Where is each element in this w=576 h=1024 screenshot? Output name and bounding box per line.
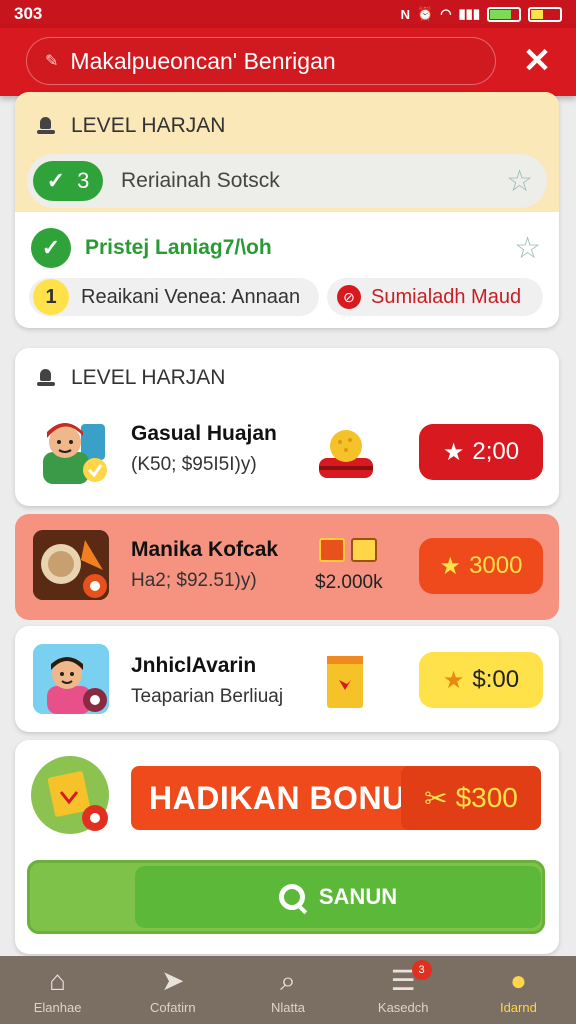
reward-button[interactable]: ★ 2;00 (419, 424, 543, 480)
task-row-completed[interactable]: ✓ 3 Reriainah Sotsck ☆ (27, 154, 547, 208)
bonus-card: HADIKAN BONU ✂ $300 SANUN (15, 740, 559, 954)
task-pill-pending[interactable]: 1 Reaikani Venea: Annaan (29, 278, 319, 316)
check-circle-icon: ✓ (31, 228, 71, 268)
notification-badge: 3 (411, 960, 432, 980)
nav-label: Elanhae (33, 999, 82, 1015)
bonus-amount: $300 (455, 782, 518, 813)
nfc-icon: N (400, 6, 410, 22)
offer-item[interactable]: Gasual Huajan (K50; $95I5I)y) ★ 2;00 (15, 410, 559, 504)
food-thumbnail (33, 530, 109, 600)
reward-button[interactable]: ★ 3000 (419, 538, 543, 594)
bottom-navigation: ⌂ Elanhae ➤ Cofatirn ⌕ Nlatta ☰ 3 Kasedc… (0, 956, 576, 1024)
app-header: ✎ Makalpueoncan' Benrigan ✕ (0, 28, 576, 96)
ticket-icons (319, 538, 377, 562)
send-icon: ➤ (161, 964, 185, 996)
status-bar: 303 N ⏰ ◠ ▮▮▮ (0, 0, 576, 28)
task-number-badge: 1 (33, 279, 69, 315)
task-count-badge: ✓ 3 (33, 161, 103, 201)
task-label: Pristej Laniag7/\oh (85, 236, 272, 259)
task-row-done[interactable]: ✓ Pristej Laniag7/\oh ☆ (31, 226, 541, 270)
status-icons: N ⏰ ◠ ▮▮▮ (401, 6, 562, 22)
offer-title: Manika Kofcak (131, 538, 279, 561)
wifi-icon: ◠ (440, 6, 452, 21)
bonus-label: HADIKAN BONU (149, 779, 406, 816)
claim-label: SANUN (318, 884, 398, 909)
nav-item-profile[interactable]: ● Idarnd (461, 956, 576, 1024)
status-time: 303 (14, 4, 43, 23)
reward-value: 3000 (469, 552, 523, 579)
nav-label: Kasedch (377, 999, 429, 1015)
nav-item-search[interactable]: ⌕ Nlatta (230, 956, 345, 1024)
battery-icon-secondary (528, 6, 562, 22)
daily-tasks-card: LEVEL HARJAN ✓ 3 Reriainah Sotsck ☆ ✓ Pr… (15, 92, 559, 328)
bell-icon (35, 367, 57, 389)
nav-item-list[interactable]: ☰ 3 Kasedch (346, 956, 461, 1024)
page-title: Makalpueoncan' Benrigan (70, 47, 336, 74)
gift-box-icon (327, 656, 363, 708)
tools-icon: ✂ (424, 782, 448, 814)
star-icon[interactable]: ☆ (506, 164, 533, 199)
offer-title: Gasual Huajan (131, 422, 277, 445)
nav-item-home[interactable]: ⌂ Elanhae (0, 956, 115, 1024)
task-count-value: 3 (77, 168, 90, 193)
task-pill-failed[interactable]: ⊘ Sumialadh Maud (327, 278, 543, 316)
cake-icon (319, 430, 373, 478)
offer-price: $2.000k (315, 572, 383, 593)
avatar (33, 414, 109, 484)
nav-item-send[interactable]: ➤ Cofatirn (115, 956, 230, 1024)
nav-label: Cofatirn (150, 999, 196, 1015)
offer-subtitle: Ha2; $92.51)y) (131, 570, 257, 591)
offer-subtitle: (K50; $95I5I)y) (131, 454, 257, 475)
battery-icon (487, 6, 521, 22)
reward-value: $:00 (472, 666, 520, 693)
ticket-icon (351, 538, 377, 562)
daily-section-heading: LEVEL HARJAN (35, 114, 225, 138)
search-icon: ⌕ (280, 964, 296, 996)
home-icon: ⌂ (49, 964, 67, 996)
profile-icon: ● (509, 964, 527, 996)
close-button[interactable]: ✕ (518, 42, 556, 80)
offer-subtitle: Teaparian Berliuaj (131, 686, 284, 707)
offer-item[interactable]: JnhiclAvarin Teaparian Berliuaj ★ $:00 (15, 626, 559, 732)
star-icon: ★ (442, 438, 465, 466)
search-icon (278, 884, 305, 910)
nav-label: Nlatta (271, 999, 305, 1015)
bell-icon (35, 115, 57, 137)
avatar (33, 644, 109, 714)
header-title-pill[interactable]: ✎ Makalpueoncan' Benrigan (26, 37, 496, 85)
bonus-gift-icon (31, 756, 109, 834)
claim-button[interactable]: SANUN (27, 860, 545, 934)
signal-icon: ▮▮▮ (458, 6, 480, 21)
daily-heading-label: LEVEL HARJAN (71, 114, 226, 137)
offer-title: JnhiclAvarin (131, 654, 257, 677)
alarm-icon: ⏰ (417, 6, 434, 21)
ticket-icon (319, 538, 345, 562)
star-icon: ★ (439, 552, 462, 580)
reward-button[interactable]: ★ $:00 (419, 652, 543, 708)
task-label: Sumialadh Maud (371, 285, 522, 308)
reward-value: 2;00 (472, 438, 520, 465)
bonus-amount-badge: ✂ $300 (401, 766, 541, 830)
check-icon: ✓ (46, 168, 66, 193)
level-section-heading: LEVEL HARJAN (35, 366, 225, 390)
nav-label: Idarnd (499, 999, 537, 1015)
edit-icon: ✎ (45, 53, 59, 70)
star-icon: ★ (442, 666, 465, 694)
task-label: Reaikani Venea: Annaan (81, 285, 301, 308)
level-heading-label: LEVEL HARJAN (71, 366, 226, 389)
blocked-icon: ⊘ (337, 285, 361, 309)
offer-item-highlighted[interactable]: Manika Kofcak Ha2; $92.51)y) $2.000k ★ 3… (15, 514, 559, 620)
bonus-banner[interactable]: HADIKAN BONU ✂ $300 (131, 766, 541, 830)
star-icon[interactable]: ☆ (514, 231, 541, 266)
task-label: Reriainah Sotsck (121, 169, 280, 192)
